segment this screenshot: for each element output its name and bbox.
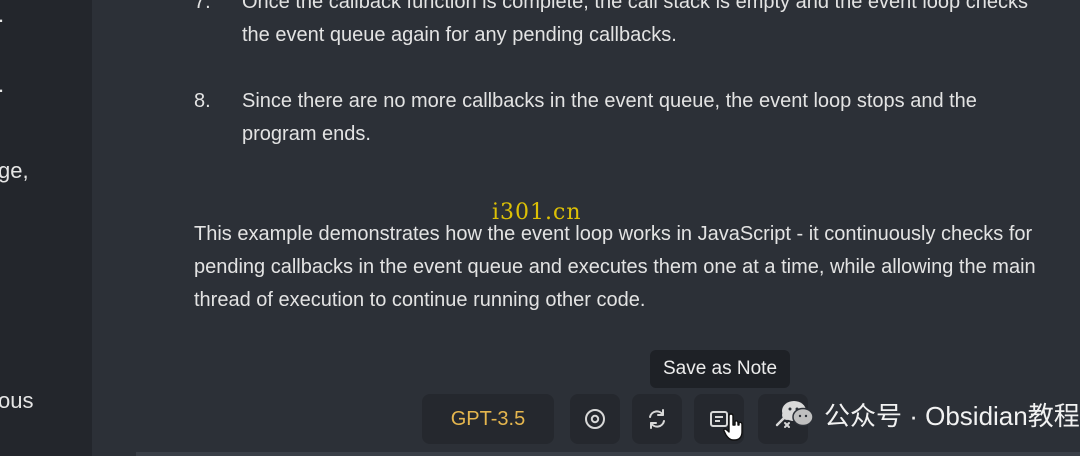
watermark-text: i301.cn (492, 200, 582, 225)
model-selector-button[interactable]: GPT-3.5 (422, 394, 554, 444)
stop-circle-icon (585, 409, 605, 429)
hand-pointer-cursor-icon (723, 413, 743, 441)
response-paragraph: This example demonstrates how the event … (194, 223, 1036, 311)
input-area-edge (136, 452, 1080, 456)
sidebar-text-fragment: ous (0, 388, 34, 413)
wechat-watermark: 公众号 · Obsidian教程 (780, 392, 1080, 436)
list-item-number: 8. (194, 90, 211, 112)
regenerate-button[interactable] (632, 394, 682, 444)
sidebar-text-fragment: ge, (0, 158, 29, 183)
stop-button[interactable] (570, 394, 620, 444)
chat-content: 7. Once the callback function is complet… (92, 0, 1080, 456)
sidebar: . . ge, ous (0, 0, 92, 456)
wechat-watermark-text: 公众号 · Obsidian教程 (824, 400, 1080, 431)
sidebar-text-fragment: . (0, 72, 4, 98)
list-item-text: Since there are no more callbacks in the… (242, 90, 977, 145)
refresh-icon (649, 409, 665, 429)
list-item-number: 7. (194, 0, 211, 13)
save-as-note-tooltip: Save as Note (650, 350, 790, 388)
sidebar-text-fragment: . (0, 2, 4, 28)
list-item-text: Once the callback function is complete, … (242, 0, 1028, 46)
wechat-logo-icon (782, 401, 814, 427)
